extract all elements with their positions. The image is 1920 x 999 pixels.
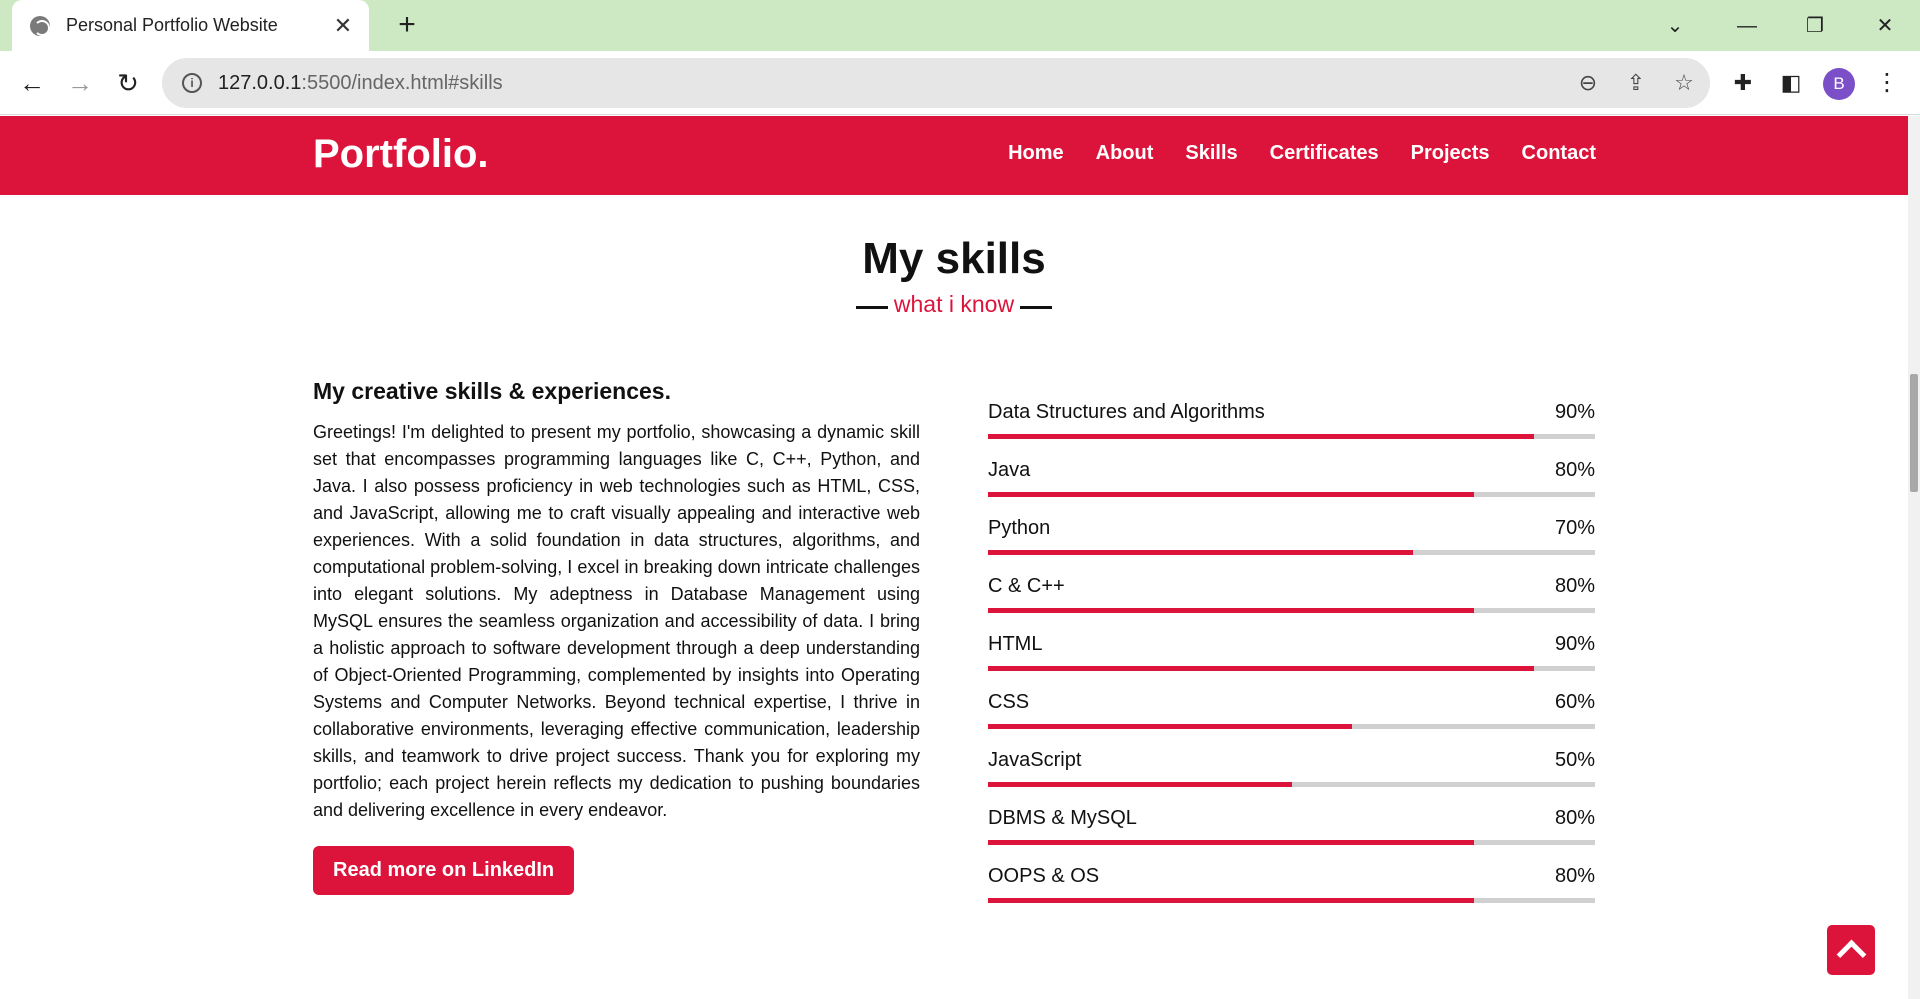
skill-bars: Data Structures and Algorithms 90% Java 80%… xyxy=(988,401,1595,923)
skill-percent: 70% xyxy=(1554,517,1595,539)
restore-button[interactable]: ❐ xyxy=(1795,8,1835,44)
skill-percent: 80% xyxy=(1554,459,1595,481)
site-info-icon[interactable]: i xyxy=(182,73,202,93)
skill-row: Python 70% xyxy=(988,517,1595,575)
main-menu: Home About Skills Certificates Projects … xyxy=(1008,142,1596,165)
skill-name: C & C++ xyxy=(988,575,1065,597)
nav-projects[interactable]: Projects xyxy=(1411,142,1490,165)
nav-contact[interactable]: Contact xyxy=(1522,142,1596,165)
page-scrollbar[interactable] xyxy=(1908,116,1920,999)
section-subtitle: what i know xyxy=(0,291,1908,318)
share-icon[interactable]: ⇪ xyxy=(1620,67,1652,99)
skill-fill xyxy=(988,492,1474,497)
skill-row: OOPS & OS 80% xyxy=(988,865,1595,923)
minimize-button[interactable]: — xyxy=(1727,8,1767,44)
skill-name: CSS xyxy=(988,691,1030,713)
scroll-to-top-button[interactable] xyxy=(1827,925,1875,975)
skill-row: C & C++ 80% xyxy=(988,575,1595,633)
skill-fill xyxy=(988,666,1535,671)
close-tab-icon[interactable]: ✕ xyxy=(331,13,355,39)
skill-fill xyxy=(988,550,1413,555)
skill-track xyxy=(988,782,1595,787)
close-window-button[interactable]: ✕ xyxy=(1865,8,1905,44)
skill-fill xyxy=(988,782,1292,787)
skills-description: My creative skills & experiences. Greeti… xyxy=(313,378,920,895)
extensions-puzzle-icon[interactable]: ✚ xyxy=(1723,63,1763,103)
zoom-out-icon[interactable]: ⊖ xyxy=(1572,67,1604,99)
skill-row: Java 80% xyxy=(988,459,1595,517)
profile-avatar[interactable]: B xyxy=(1823,68,1855,100)
skills-heading: My creative skills & experiences. xyxy=(313,378,671,404)
skill-track xyxy=(988,608,1595,613)
skill-track xyxy=(988,724,1595,729)
tab-search-icon[interactable]: ⌄ xyxy=(1655,8,1695,44)
skill-name: JavaScript xyxy=(988,749,1082,771)
skills-paragraph: Greetings! I'm delighted to present my p… xyxy=(313,422,920,820)
address-bar[interactable]: i 127.0.0.1:5500/index.html#skills ⊖ ⇪ ☆ xyxy=(162,58,1710,108)
reload-icon[interactable]: ↻ xyxy=(108,63,148,103)
bookmark-star-icon[interactable]: ☆ xyxy=(1668,67,1700,99)
skill-name: Data Structures and Algorithms xyxy=(988,401,1265,423)
skill-fill xyxy=(988,898,1474,903)
skill-percent: 90% xyxy=(1554,401,1595,423)
skill-fill xyxy=(988,434,1535,439)
skill-row: Data Structures and Algorithms 90% xyxy=(988,401,1595,459)
skill-name: HTML xyxy=(988,633,1043,655)
back-arrow-icon[interactable]: ← xyxy=(12,63,52,103)
scrollbar-thumb[interactable] xyxy=(1910,374,1918,492)
skill-row: DBMS & MySQL 80% xyxy=(988,807,1595,865)
skill-track xyxy=(988,666,1595,671)
browser-tabstrip: Personal Portfolio Website ✕ + ⌄ — ❐ ✕ xyxy=(0,0,1920,51)
forward-arrow-icon[interactable]: → xyxy=(60,63,100,103)
skill-fill xyxy=(988,840,1474,845)
skill-fill xyxy=(988,724,1353,729)
skill-name: DBMS & MySQL xyxy=(988,807,1137,829)
nav-about[interactable]: About xyxy=(1096,142,1154,165)
subtitle-text: what i know xyxy=(887,291,1021,317)
skill-row: JavaScript 50% xyxy=(988,749,1595,807)
site-navbar: Portfolio. Home About Skills Certificate… xyxy=(0,116,1908,195)
tab-title: Personal Portfolio Website xyxy=(66,15,278,35)
browser-toolbar: ← → ↻ i 127.0.0.1:5500/index.html#skills… xyxy=(0,51,1920,115)
subtitle-line-right xyxy=(1020,306,1053,310)
site-logo[interactable]: Portfolio. xyxy=(313,132,489,177)
skill-row: HTML 90% xyxy=(988,633,1595,691)
page-viewport: Portfolio. Home About Skills Certificate… xyxy=(0,116,1908,999)
skill-fill xyxy=(988,608,1474,613)
skill-name: Python xyxy=(988,517,1051,539)
globe-icon xyxy=(30,15,50,36)
skill-percent: 80% xyxy=(1554,807,1595,829)
skill-track xyxy=(988,840,1595,845)
section-title: My skills xyxy=(862,234,1046,283)
skill-track xyxy=(988,434,1595,439)
skill-track xyxy=(988,898,1595,903)
skill-row: CSS 60% xyxy=(988,691,1595,749)
skill-track xyxy=(988,492,1595,497)
nav-skills[interactable]: Skills xyxy=(1185,142,1237,165)
skill-name: Java xyxy=(988,459,1031,481)
subtitle-line-left xyxy=(855,306,888,310)
nav-home[interactable]: Home xyxy=(1008,142,1064,165)
kebab-menu-icon[interactable]: ⋮ xyxy=(1867,63,1907,103)
skill-percent: 90% xyxy=(1554,633,1595,655)
browser-tab-active[interactable]: Personal Portfolio Website ✕ xyxy=(12,0,369,51)
linkedin-button[interactable]: Read more on LinkedIn xyxy=(313,846,575,895)
skill-percent: 80% xyxy=(1554,865,1595,887)
skill-percent: 80% xyxy=(1554,575,1595,597)
skill-track xyxy=(988,550,1595,555)
url-text: 127.0.0.1:5500/index.html#skills xyxy=(218,72,503,95)
url-path: :5500/index.html#skills xyxy=(301,71,503,94)
nav-certificates[interactable]: Certificates xyxy=(1270,142,1379,165)
side-panel-icon[interactable]: ◧ xyxy=(1771,63,1811,103)
url-host: 127.0.0.1 xyxy=(218,71,302,94)
skill-name: OOPS & OS xyxy=(988,865,1100,887)
new-tab-button[interactable]: + xyxy=(390,9,424,43)
skill-percent: 50% xyxy=(1554,749,1595,771)
skill-percent: 60% xyxy=(1554,691,1595,713)
